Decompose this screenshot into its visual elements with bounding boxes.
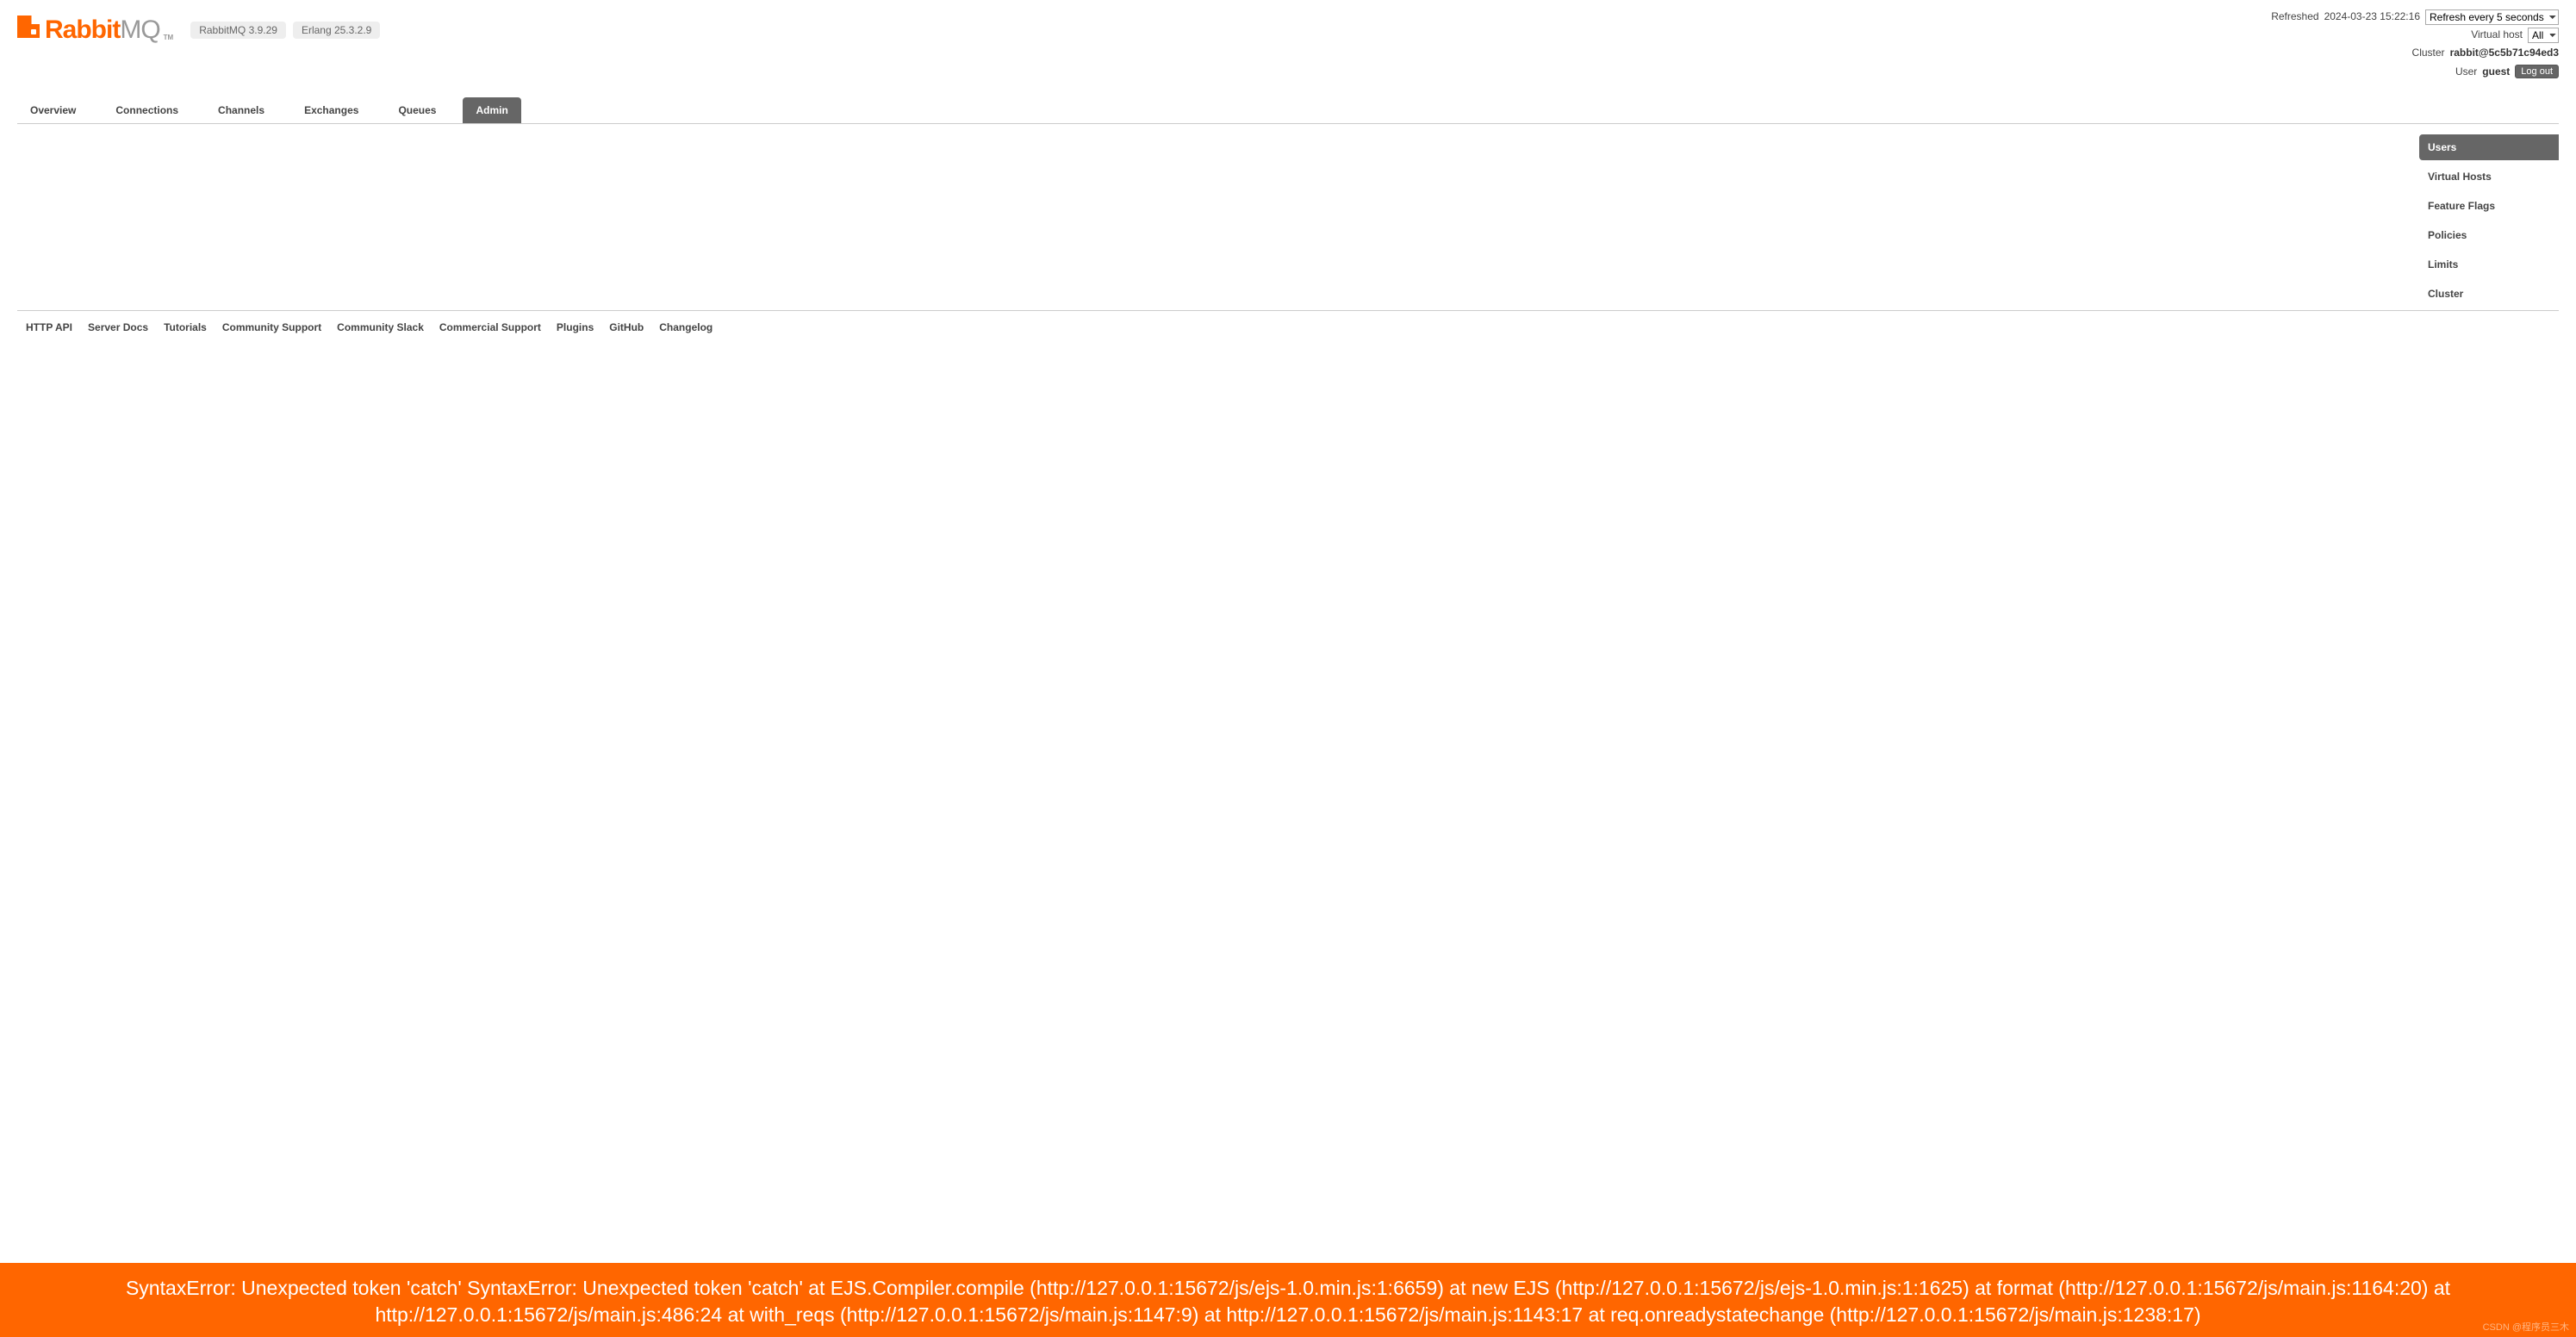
rabbitmq-version-badge: RabbitMQ 3.9.29 [190,22,286,39]
top-right-status: Refreshed 2024-03-23 15:22:16 Refresh ev… [2271,9,2559,82]
logo-text-rabbit: Rabbit [45,16,120,45]
footer-link-commercial-support[interactable]: Commercial Support [439,321,541,333]
side-item-policies[interactable]: Policies [2419,222,2559,248]
erlang-version-badge: Erlang 25.3.2.9 [293,22,380,39]
side-item-cluster[interactable]: Cluster [2419,281,2559,307]
footer-link-community-slack[interactable]: Community Slack [337,321,424,333]
footer-link-tutorials[interactable]: Tutorials [164,321,207,333]
user-label: User [2455,64,2477,80]
cluster-name: rabbit@5c5b71c94ed3 [2450,45,2559,61]
tab-admin[interactable]: Admin [463,97,520,123]
refresh-interval-select[interactable]: Refresh every 5 seconds [2425,9,2559,25]
tab-channels[interactable]: Channels [205,97,277,123]
user-name: guest [2482,64,2510,80]
logo-text-mq: MQ [120,16,159,45]
refreshed-time: 2024-03-23 15:22:16 [2324,9,2420,25]
side-item-users[interactable]: Users [2419,134,2559,160]
tab-overview[interactable]: Overview [17,97,89,123]
side-item-feature-flags[interactable]: Feature Flags [2419,193,2559,219]
footer-link-community-support[interactable]: Community Support [222,321,321,333]
error-banner: SyntaxError: Unexpected token 'catch' Sy… [0,1263,2576,1337]
csdn-watermark: CSDN @程序员三木 [2483,1320,2569,1334]
footer-link-changelog[interactable]: Changelog [659,321,712,333]
footer-links: HTTP API Server Docs Tutorials Community Su… [17,311,2559,351]
main-content-area [17,124,2419,310]
admin-side-nav: Users Virtual Hosts Feature Flags Policies L… [2419,124,2559,310]
logo-tm: TM [164,34,174,45]
tab-exchanges[interactable]: Exchanges [291,97,371,123]
footer-link-github[interactable]: GitHub [609,321,644,333]
vhost-select[interactable]: All [2528,28,2559,43]
tab-connections[interactable]: Connections [103,97,191,123]
vhost-label: Virtual host [2471,27,2523,43]
rabbitmq-icon [17,16,40,38]
brand-logo: RabbitMQ TM [17,16,173,45]
side-item-limits[interactable]: Limits [2419,252,2559,277]
cluster-label: Cluster [2412,45,2445,61]
footer-link-server-docs[interactable]: Server Docs [88,321,148,333]
logout-button[interactable]: Log out [2515,65,2559,78]
refreshed-label: Refreshed [2271,9,2318,25]
logo-area: RabbitMQ TM RabbitMQ 3.9.29 Erlang 25.3.… [17,9,380,45]
footer-link-http-api[interactable]: HTTP API [26,321,72,333]
side-item-virtual-hosts[interactable]: Virtual Hosts [2419,164,2559,190]
main-tabs: Overview Connections Channels Exchanges Queu… [17,97,2559,124]
footer-link-plugins[interactable]: Plugins [557,321,594,333]
tab-queues[interactable]: Queues [385,97,449,123]
